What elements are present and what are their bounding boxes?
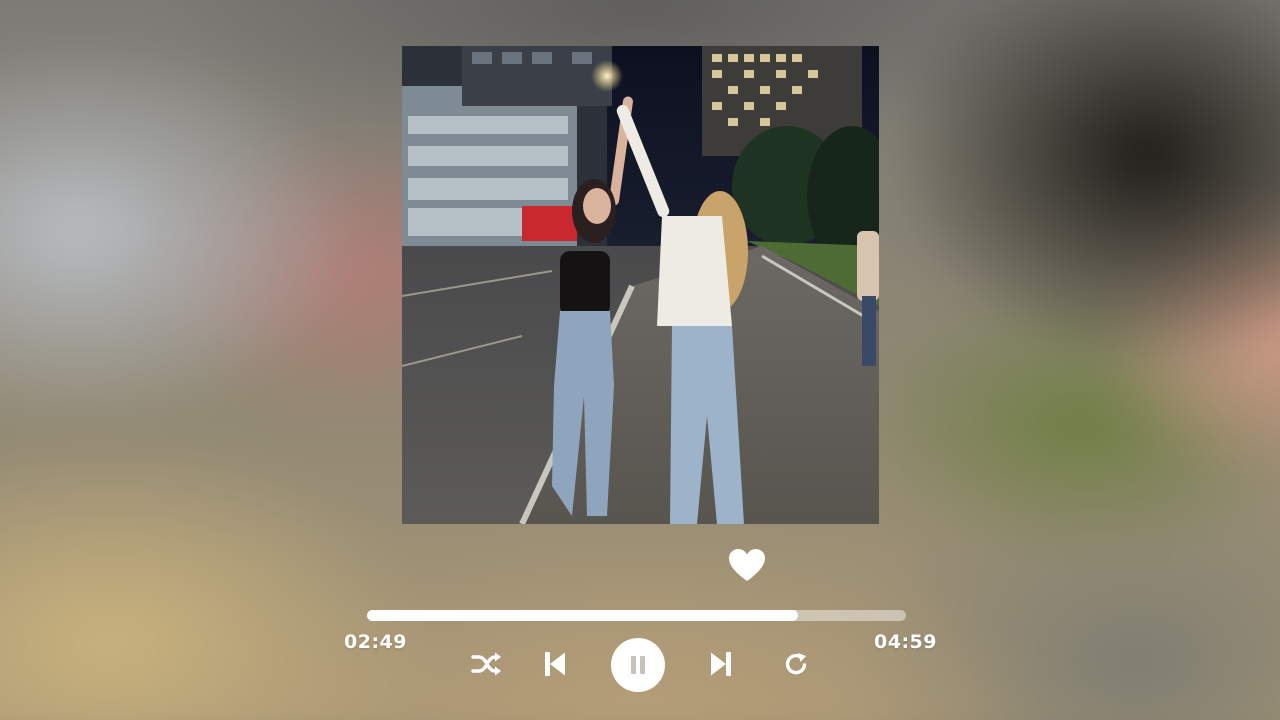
shuffle-button[interactable] bbox=[470, 648, 504, 680]
music-player: 02:49 04:59 bbox=[0, 0, 1280, 720]
heart-icon bbox=[729, 549, 765, 581]
like-button[interactable] bbox=[728, 548, 766, 584]
total-duration: 04:59 bbox=[874, 631, 937, 653]
elapsed-time: 02:49 bbox=[344, 631, 407, 653]
progress-bar[interactable] bbox=[367, 610, 906, 621]
pause-icon bbox=[631, 656, 645, 674]
previous-button[interactable] bbox=[540, 648, 570, 680]
skip-previous-icon bbox=[545, 652, 565, 676]
shuffle-icon bbox=[471, 652, 501, 676]
repeat-button[interactable] bbox=[780, 648, 812, 680]
next-button[interactable] bbox=[706, 648, 736, 680]
repeat-icon bbox=[785, 653, 807, 675]
skip-next-icon bbox=[711, 652, 731, 676]
pause-button[interactable] bbox=[611, 638, 665, 692]
album-art bbox=[402, 46, 879, 524]
progress-fill bbox=[367, 610, 799, 621]
